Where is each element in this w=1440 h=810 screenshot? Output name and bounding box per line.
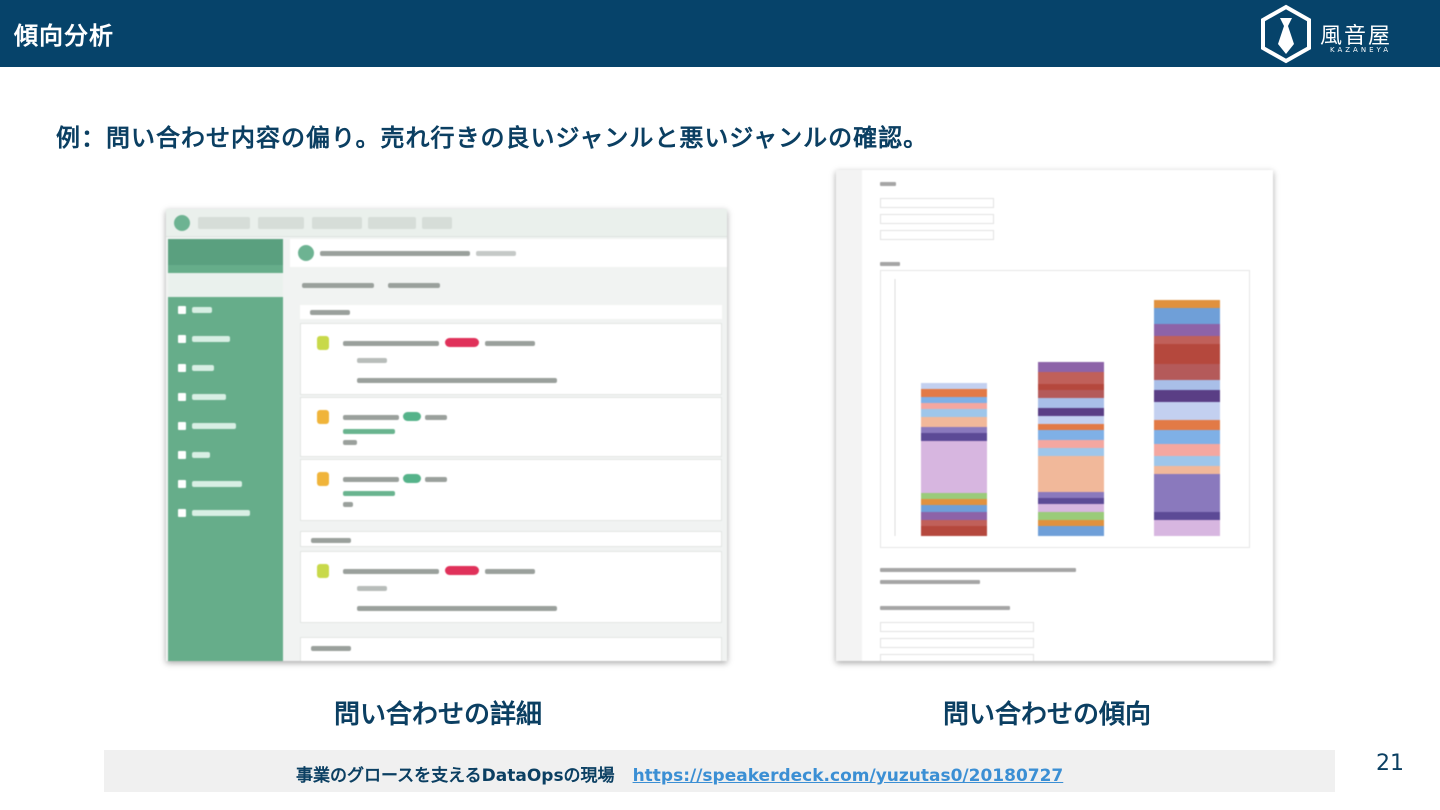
bar-segment bbox=[921, 493, 987, 499]
screenshot-main-header bbox=[290, 239, 727, 267]
bar-segment bbox=[1154, 420, 1220, 430]
screenshot-tab bbox=[258, 217, 304, 229]
bar-segment bbox=[1038, 408, 1104, 416]
bar-segment bbox=[1154, 456, 1220, 466]
bar-segment bbox=[1154, 466, 1220, 474]
kazaneya-logo: 風音屋 KAZANEYA bbox=[1258, 4, 1418, 64]
inquiry-card bbox=[300, 397, 722, 457]
stacked-bars bbox=[894, 279, 1220, 536]
bar-segment bbox=[1038, 416, 1104, 424]
caption-left: 問い合わせの詳細 bbox=[334, 700, 543, 730]
bar-segment bbox=[921, 433, 987, 441]
bar-segment bbox=[921, 403, 987, 409]
logo-subtext: KAZANEYA bbox=[1330, 46, 1392, 54]
bar-segment bbox=[1154, 336, 1220, 344]
bar-segment bbox=[1154, 324, 1220, 336]
inquiry-card bbox=[300, 551, 722, 623]
bar-segment bbox=[921, 441, 987, 493]
app-logo-icon bbox=[174, 215, 190, 231]
bar-segment bbox=[1038, 384, 1104, 390]
bar-segment bbox=[1038, 504, 1104, 512]
hexagon-logo-icon bbox=[1261, 4, 1311, 64]
inquiry-card bbox=[300, 459, 722, 521]
speakerdeck-link[interactable]: https://speakerdeck.com/yuzutas0/2018072… bbox=[633, 766, 1064, 786]
source-footer: 事業のグロースを支えるDataOpsの現場 https://speakerdeck… bbox=[104, 750, 1335, 792]
bar-segment bbox=[1154, 364, 1220, 380]
bar-segment bbox=[1038, 440, 1104, 448]
slide-title: 傾向分析 bbox=[14, 22, 114, 50]
bar-segment bbox=[1154, 444, 1220, 456]
bar-segment bbox=[921, 417, 987, 427]
sidebar-selected-item bbox=[168, 273, 283, 297]
bar-segment bbox=[921, 512, 987, 520]
bar-segment bbox=[1038, 390, 1104, 398]
bar-segment bbox=[1154, 380, 1220, 390]
bar-segment bbox=[1038, 512, 1104, 520]
bar-segment bbox=[1038, 398, 1104, 408]
bar-segment bbox=[1154, 300, 1220, 308]
bar-segment bbox=[921, 397, 987, 403]
footer-source-text: 事業のグロースを支えるDataOpsの現場 bbox=[296, 766, 615, 786]
screenshot-tab bbox=[312, 217, 362, 229]
bar-segment bbox=[1154, 512, 1220, 520]
bar-segment bbox=[921, 389, 987, 397]
caption-right: 問い合わせの傾向 bbox=[943, 700, 1152, 730]
bar-segment bbox=[1038, 520, 1104, 526]
bar-segment bbox=[921, 499, 987, 505]
inquiry-trend-screenshot bbox=[836, 170, 1273, 661]
bar-segment bbox=[1154, 520, 1220, 536]
slide-header: 傾向分析 風音屋 KAZANEYA bbox=[0, 0, 1440, 67]
inquiry-detail-screenshot bbox=[166, 209, 727, 661]
bar-segment bbox=[1038, 424, 1104, 430]
inquiry-card bbox=[300, 323, 722, 395]
bar-segment bbox=[921, 409, 987, 417]
bar-segment bbox=[1038, 492, 1104, 498]
screenshot-tab bbox=[422, 217, 452, 229]
page-number: 21 bbox=[1376, 751, 1404, 776]
bar-segment bbox=[1038, 372, 1104, 384]
screenshot-tab bbox=[368, 217, 416, 229]
bar-segment bbox=[921, 505, 987, 512]
bar-segment bbox=[1038, 448, 1104, 456]
screenshot-tab bbox=[198, 217, 250, 229]
slide-subtitle: 例：問い合わせ内容の偏り。売れ行きの良いジャンルと悪いジャンルの確認。 bbox=[56, 124, 929, 152]
bar-segment bbox=[921, 526, 987, 536]
stacked-bar-chart bbox=[880, 270, 1250, 548]
bar-segment bbox=[1154, 430, 1220, 444]
bar-segment bbox=[1154, 390, 1220, 402]
bar-segment bbox=[921, 427, 987, 433]
bar-segment bbox=[1154, 402, 1220, 420]
bar-segment bbox=[921, 383, 987, 389]
screenshot-sidebar bbox=[168, 239, 283, 661]
bar-segment bbox=[1154, 308, 1220, 324]
bar-segment bbox=[921, 520, 987, 526]
bar-segment bbox=[1038, 498, 1104, 504]
bar-segment bbox=[1038, 430, 1104, 440]
screenshot-topbar bbox=[166, 209, 727, 237]
bar-segment bbox=[1154, 344, 1220, 364]
bar-segment bbox=[1038, 456, 1104, 492]
bar-segment bbox=[1038, 526, 1104, 536]
bar-segment bbox=[1154, 474, 1220, 512]
bar-segment bbox=[1038, 362, 1104, 372]
